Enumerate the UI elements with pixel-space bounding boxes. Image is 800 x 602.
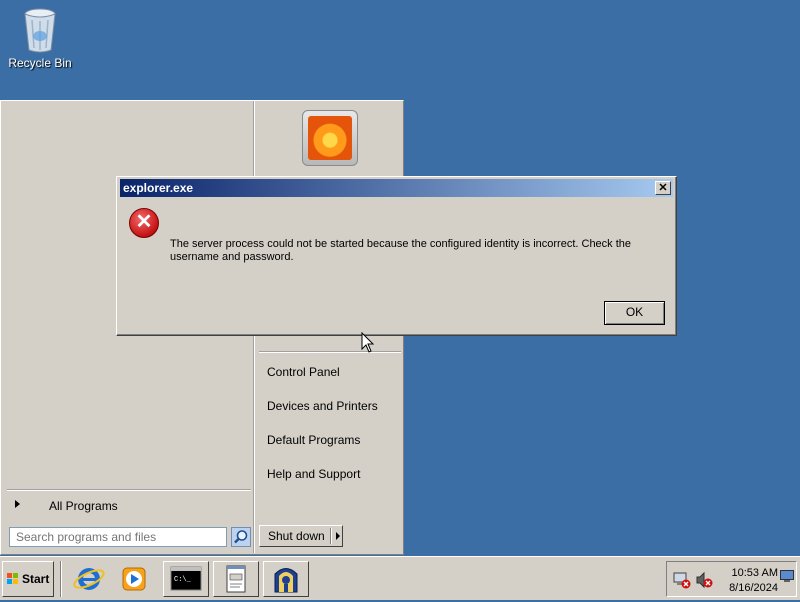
user-picture[interactable] [302, 110, 358, 166]
search-box [9, 527, 253, 547]
start-button[interactable]: Start [2, 561, 54, 597]
taskbar-app[interactable] [263, 561, 309, 597]
search-button[interactable] [231, 527, 251, 547]
desktop-icon-label: Recycle Bin [8, 56, 72, 70]
shutdown-label: Shut down [268, 529, 325, 543]
flower-picture-icon [308, 116, 352, 160]
close-button[interactable]: ✕ [655, 181, 671, 195]
all-programs-item[interactable]: All Programs [9, 495, 249, 517]
notepad-icon [226, 565, 246, 593]
taskbar-command-prompt[interactable]: C:\_ [163, 561, 209, 597]
taskbar: Start C:\_ 10:53 AM 8/16/2024 [0, 556, 800, 600]
clock-date: 8/16/2024 [729, 582, 778, 594]
volume-muted-icon[interactable] [695, 571, 713, 589]
shutdown-button[interactable]: Shut down [259, 525, 343, 547]
windows-logo-icon [7, 573, 19, 585]
error-icon: ✕ [129, 208, 159, 238]
ok-button[interactable]: OK [604, 301, 665, 325]
clock[interactable]: 10:53 AM 8/16/2024 [722, 566, 778, 596]
search-icon [234, 530, 248, 544]
start-item-control-panel[interactable]: Control Panel [267, 365, 340, 379]
media-player-icon [122, 567, 146, 591]
start-item-help-and-support[interactable]: Help and Support [267, 467, 360, 481]
error-dialog: explorer.exe ✕ ✕ The server process coul… [116, 176, 677, 336]
taskbar-internet-explorer[interactable] [66, 561, 112, 597]
arrow-right-icon [15, 500, 20, 508]
taskbar-media-player[interactable] [112, 561, 158, 597]
dialog-title: explorer.exe [123, 181, 194, 195]
command-prompt-icon: C:\_ [170, 566, 202, 591]
close-icon: ✕ [658, 182, 668, 194]
network-error-icon[interactable] [673, 571, 691, 589]
start-label: Start [22, 572, 50, 586]
show-desktop-icon[interactable] [780, 570, 794, 582]
start-item-default-programs[interactable]: Default Programs [267, 433, 360, 447]
desktop-icon-recycle-bin[interactable]: Recycle Bin [8, 6, 72, 70]
system-tray: 10:53 AM 8/16/2024 [666, 561, 797, 597]
button-divider [330, 528, 332, 544]
app-icon [274, 568, 298, 593]
mouse-cursor-icon [361, 332, 375, 353]
separator [7, 489, 251, 491]
svg-text:C:\_: C:\_ [174, 576, 192, 584]
shutdown-options-arrow-icon[interactable] [336, 532, 340, 540]
all-programs-label: All Programs [49, 499, 118, 513]
start-item-devices-and-printers[interactable]: Devices and Printers [267, 399, 378, 413]
taskbar-notepad[interactable] [213, 561, 259, 597]
recycle-bin-icon [24, 8, 56, 53]
dialog-titlebar[interactable]: explorer.exe ✕ [120, 179, 673, 197]
separator [259, 351, 401, 353]
dialog-message: The server process could not be started … [170, 238, 632, 263]
search-input[interactable] [9, 527, 227, 547]
clock-time: 10:53 AM [731, 567, 778, 579]
internet-explorer-icon [73, 568, 105, 590]
taskbar-separator [60, 561, 62, 597]
